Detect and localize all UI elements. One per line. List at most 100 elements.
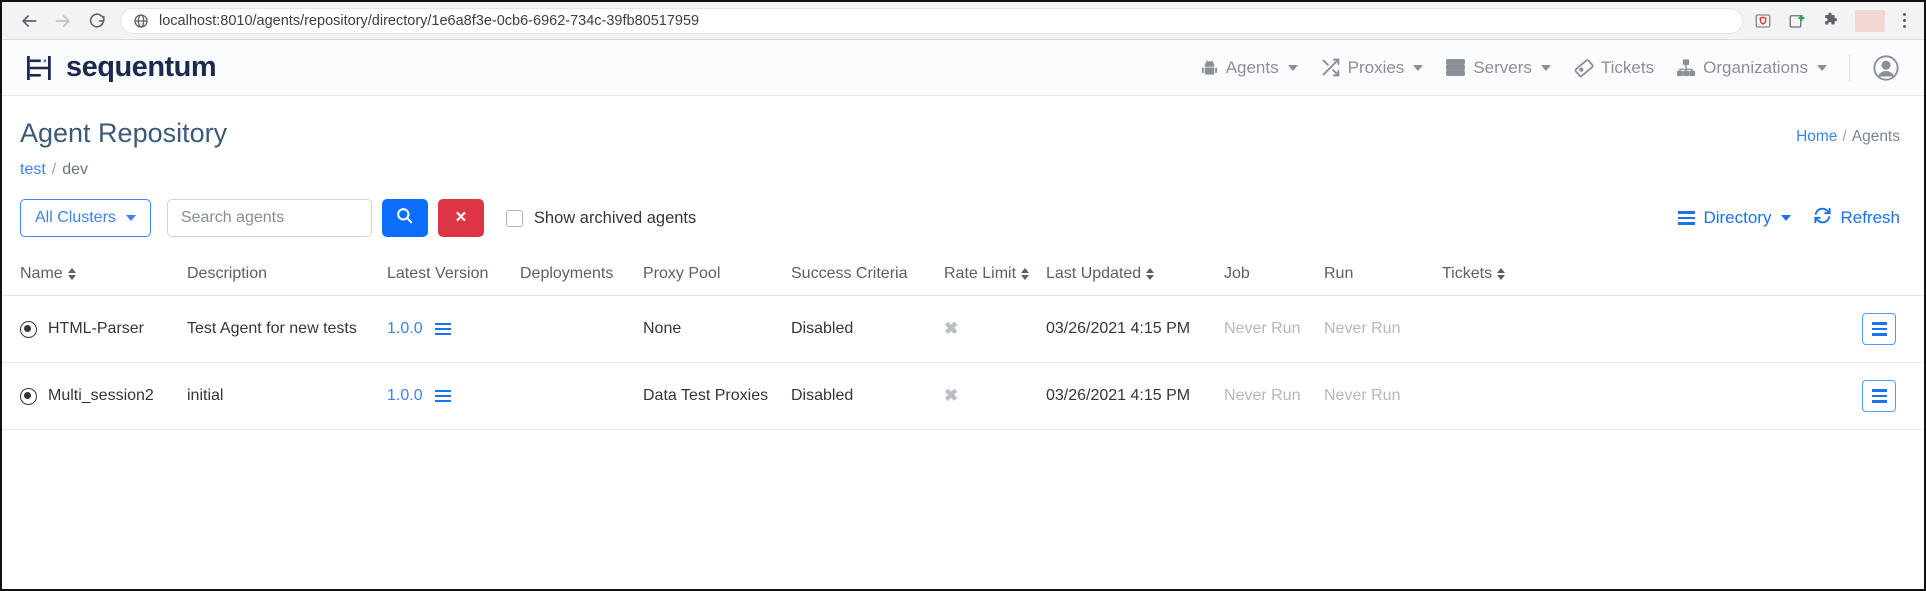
search-button[interactable] [381, 199, 428, 237]
col-rate-limit[interactable]: Rate Limit [944, 253, 1046, 296]
row-actions-button[interactable] [1862, 380, 1896, 412]
cell-description: initial [187, 362, 387, 430]
col-label: Name [20, 265, 63, 282]
show-archived-label: Show archived agents [533, 208, 697, 227]
breadcrumb-separator: / [1842, 128, 1847, 145]
reload-icon[interactable] [80, 4, 114, 38]
rate-limit-disabled-icon: ✖ [944, 386, 959, 405]
app-top-navigation: sequentum Agents Proxies Servers Tickets… [2, 40, 1924, 96]
row-select-radio[interactable] [20, 320, 37, 338]
col-tickets[interactable]: Tickets [1442, 253, 1924, 296]
sort-icon [1021, 267, 1030, 280]
clear-search-button[interactable]: × [437, 199, 484, 237]
table-row[interactable]: HTML-Parser Test Agent for new tests 1.0… [2, 295, 1924, 363]
back-arrow-icon[interactable] [12, 4, 46, 38]
nav-item-agents[interactable]: Agents [1200, 58, 1298, 78]
cell-job: Never Run [1224, 295, 1324, 363]
cell-latest-version: 1.0.0 [387, 295, 520, 363]
browser-extension-area [1753, 9, 1914, 32]
cell-last-updated: 03/26/2021 4:15 PM [1046, 362, 1224, 430]
page-header: Agent Repository Home / Agents [2, 96, 1924, 149]
chevron-down-icon [1540, 64, 1551, 71]
col-label: Run [1324, 265, 1354, 282]
path-separator: / [51, 161, 57, 178]
show-archived-toggle[interactable]: Show archived agents [505, 208, 697, 228]
path-current-dev: dev [62, 161, 89, 178]
directory-dropdown-button[interactable]: Directory [1678, 208, 1792, 228]
cell-deployments [520, 362, 643, 430]
breadcrumb-home-link[interactable]: Home [1796, 128, 1837, 145]
col-label: Deployments [520, 265, 614, 282]
row-select-radio[interactable] [20, 387, 37, 405]
sitemap-icon [1676, 58, 1696, 78]
row-actions-button[interactable] [1862, 313, 1896, 345]
brand-logo[interactable]: sequentum [24, 51, 217, 84]
col-run: Run [1324, 253, 1442, 296]
refresh-button[interactable]: Refresh [1813, 206, 1900, 230]
user-circle-icon[interactable] [1872, 54, 1900, 82]
version-link[interactable]: 1.0.0 [387, 387, 423, 405]
nav-item-servers[interactable]: Servers [1445, 58, 1551, 78]
col-proxy-pool: Proxy Pool [643, 253, 791, 296]
nav-menu: Agents Proxies Servers Tickets Organizat… [1200, 54, 1900, 82]
breadcrumb: Home / Agents [1796, 118, 1900, 146]
cell-name: HTML-Parser [2, 295, 187, 363]
url-text: localhost:8010/agents/repository/directo… [159, 12, 700, 29]
breadcrumb-current: Agents [1851, 128, 1900, 145]
kebab-menu-icon[interactable] [1899, 13, 1910, 28]
col-name[interactable]: Name [2, 253, 187, 296]
chevron-down-icon [1413, 64, 1424, 71]
table-head: Name Description Latest Version Deployme… [2, 253, 1924, 296]
cluster-filter-dropdown[interactable]: All Clusters [20, 199, 151, 237]
nav-item-tickets[interactable]: Tickets [1573, 57, 1654, 78]
version-menu-icon[interactable] [434, 322, 451, 336]
cell-latest-version: 1.0.0 [387, 362, 520, 430]
path-link-test[interactable]: test [20, 161, 46, 178]
close-icon: × [455, 207, 467, 228]
cell-run: Never Run [1324, 362, 1442, 430]
profile-chip[interactable] [1855, 9, 1885, 32]
cell-success-criteria: Disabled [791, 362, 944, 430]
rate-limit-disabled-icon: ✖ [944, 319, 959, 338]
sequentum-logo-icon [24, 53, 54, 83]
shuffle-icon [1320, 57, 1341, 78]
cell-description: Test Agent for new tests [187, 295, 387, 363]
brand-name: sequentum [66, 51, 217, 83]
show-archived-checkbox[interactable] [505, 209, 523, 227]
shield-extension-icon[interactable] [1753, 11, 1773, 31]
filters-toolbar: All Clusters Search agents × Show archiv… [2, 179, 1924, 237]
nav-item-label: Proxies [1347, 57, 1405, 77]
nav-item-proxies[interactable]: Proxies [1320, 57, 1424, 78]
col-label: Rate Limit [944, 265, 1017, 282]
table-row[interactable]: Multi_session2 initial 1.0.0 Data Test P… [2, 362, 1924, 430]
puzzle-extension-icon[interactable] [1821, 11, 1841, 31]
ticket-icon [1573, 57, 1594, 78]
table-header-row: Name Description Latest Version Deployme… [2, 253, 1924, 296]
address-bar[interactable]: localhost:8010/agents/repository/directo… [120, 7, 1743, 34]
search-agents-input[interactable]: Search agents [166, 199, 372, 237]
chevron-down-icon [1817, 64, 1827, 71]
cell-name: Multi_session2 [2, 362, 187, 430]
directory-path: test / dev [2, 149, 1924, 179]
col-label: Last Updated [1046, 265, 1142, 282]
version-link[interactable]: 1.0.0 [387, 320, 423, 338]
sort-icon [1497, 267, 1506, 280]
sort-icon [1146, 267, 1155, 280]
cell-last-updated: 03/26/2021 4:15 PM [1046, 295, 1224, 363]
cell-success-criteria: Disabled [791, 295, 944, 363]
nav-item-organizations[interactable]: Organizations [1676, 58, 1827, 78]
chevron-down-icon [125, 215, 136, 221]
col-last-updated[interactable]: Last Updated [1046, 253, 1224, 296]
agents-table: Name Description Latest Version Deployme… [2, 253, 1924, 430]
add-extension-icon[interactable] [1787, 11, 1807, 31]
chevron-down-icon [1781, 215, 1792, 221]
page-title: Agent Repository [20, 118, 228, 148]
table-body: HTML-Parser Test Agent for new tests 1.0… [2, 295, 1924, 430]
agent-name: Multi_session2 [48, 387, 154, 404]
robot-icon [1200, 58, 1219, 77]
cell-rate-limit: ✖ [944, 295, 1046, 363]
version-menu-icon[interactable] [434, 389, 451, 403]
col-label: Tickets [1442, 265, 1493, 282]
forward-arrow-icon[interactable] [46, 4, 80, 38]
toolbar-right-actions: Directory Refresh [1678, 206, 1900, 230]
